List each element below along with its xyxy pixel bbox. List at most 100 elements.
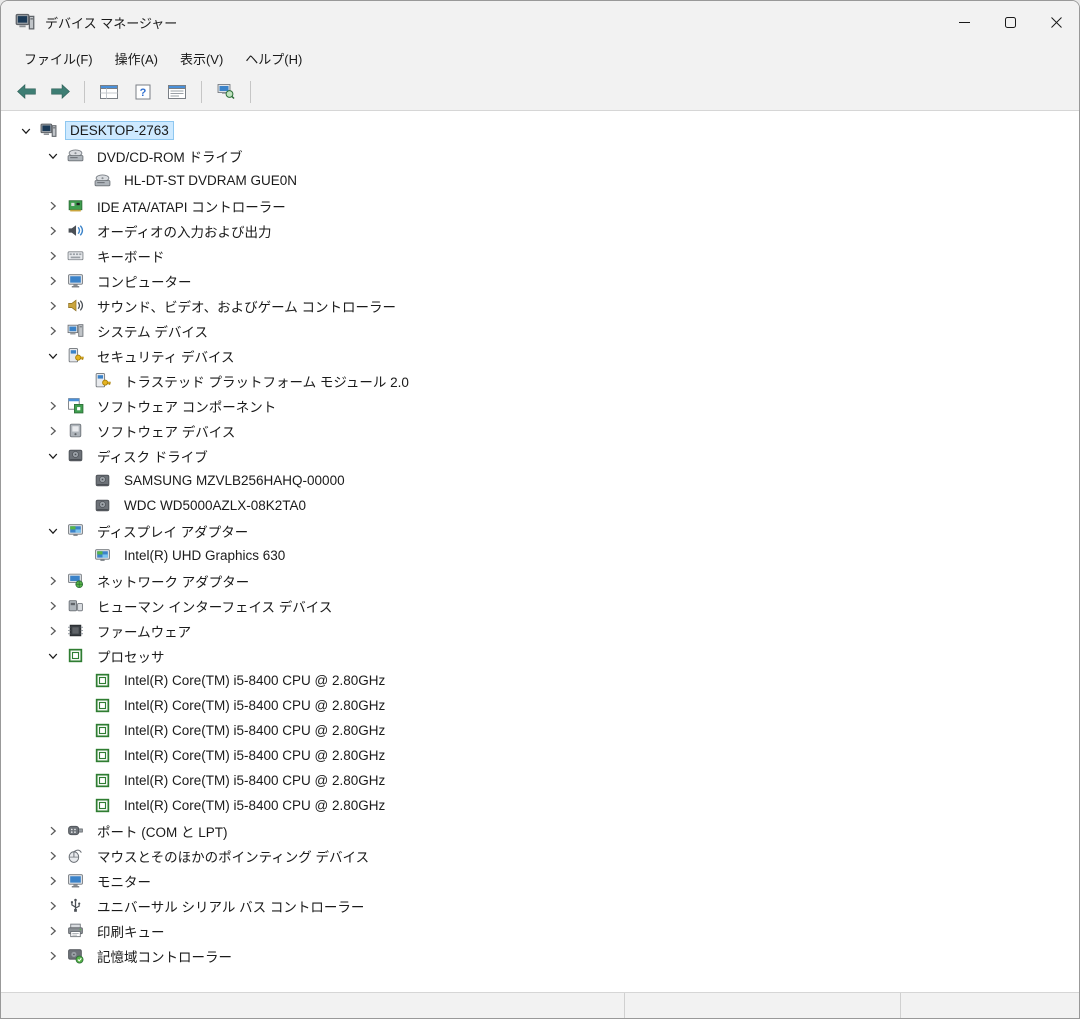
tree-item-label: Intel(R) UHD Graphics 630	[124, 548, 286, 563]
menu-help[interactable]: ヘルプ(H)	[234, 45, 313, 72]
tree-item-label: サウンド、ビデオ、およびゲーム コントローラー	[97, 299, 396, 315]
tree-item[interactable]: ソフトウェア コンポーネント	[1, 393, 1079, 418]
chevron-down-icon[interactable]	[40, 525, 66, 537]
tree-item[interactable]: システム デバイス	[1, 318, 1079, 343]
dvd-icon	[66, 147, 85, 164]
console-tree-button[interactable]	[94, 78, 124, 106]
cpu-icon	[93, 722, 112, 739]
chevron-right-icon[interactable]	[40, 325, 66, 337]
properties-button[interactable]	[162, 78, 192, 106]
tree-item-label: DESKTOP-2763	[65, 121, 174, 140]
tree-item[interactable]: モニター	[1, 868, 1079, 893]
tree-item-label: ディスプレイ アダプター	[97, 524, 249, 540]
tree-item[interactable]: DVD/CD-ROM ドライブ	[1, 143, 1079, 168]
back-button[interactable]	[11, 78, 41, 106]
ports-icon	[66, 822, 85, 839]
tree-item[interactable]: Intel(R) Core(TM) i5-8400 CPU @ 2.80GHz	[1, 693, 1079, 718]
tree-item[interactable]: マウスとそのほかのポインティング デバイス	[1, 843, 1079, 868]
scan-hardware-changes-button[interactable]	[211, 78, 241, 106]
help-button[interactable]: ?	[128, 78, 158, 106]
chevron-right-icon[interactable]	[40, 575, 66, 587]
tree-item[interactable]: ユニバーサル シリアル バス コントローラー	[1, 893, 1079, 918]
tree-item[interactable]: DESKTOP-2763	[1, 118, 1079, 143]
tree-item-label: WDC WD5000AZLX-08K2TA0	[124, 498, 307, 513]
device-manager-window: デバイス マネージャー ファイル(F) 操作(A) 表示(V) ヘルプ(H) ? DE…	[0, 0, 1080, 1019]
chevron-right-icon[interactable]	[40, 925, 66, 937]
chevron-down-icon[interactable]	[40, 350, 66, 362]
tree-item[interactable]: ヒューマン インターフェイス デバイス	[1, 593, 1079, 618]
tree-item-label: Intel(R) Core(TM) i5-8400 CPU @ 2.80GHz	[124, 698, 386, 713]
tree-item[interactable]: キーボード	[1, 243, 1079, 268]
maximize-button[interactable]	[987, 1, 1033, 43]
tree-item-label: ネットワーク アダプター	[97, 574, 250, 590]
display-icon	[66, 522, 85, 539]
tree-item-label: プロセッサ	[97, 649, 165, 665]
tree-item[interactable]: WDC WD5000AZLX-08K2TA0	[1, 493, 1079, 518]
chevron-right-icon[interactable]	[40, 300, 66, 312]
cpu-icon	[66, 647, 85, 664]
tree-item[interactable]: ディスク ドライブ	[1, 443, 1079, 468]
tree-item-label: SAMSUNG MZVLB256HAHQ-00000	[124, 473, 345, 488]
tree-item[interactable]: ソフトウェア デバイス	[1, 418, 1079, 443]
tree-item[interactable]: Intel(R) UHD Graphics 630	[1, 543, 1079, 568]
tree-item[interactable]: セキュリティ デバイス	[1, 343, 1079, 368]
tree-item[interactable]: 記憶域コントローラー	[1, 943, 1079, 968]
network-icon	[66, 572, 85, 589]
device-manager-icon	[15, 12, 35, 32]
tree-item[interactable]: SAMSUNG MZVLB256HAHQ-00000	[1, 468, 1079, 493]
chevron-down-icon[interactable]	[40, 650, 66, 662]
tree-item[interactable]: Intel(R) Core(TM) i5-8400 CPU @ 2.80GHz	[1, 793, 1079, 818]
tree-item-label: Intel(R) Core(TM) i5-8400 CPU @ 2.80GHz	[124, 723, 386, 738]
devices-button[interactable]	[260, 78, 290, 106]
cpu-icon	[93, 747, 112, 764]
tree-item-label: DVD/CD-ROM ドライブ	[97, 149, 243, 165]
chevron-right-icon[interactable]	[40, 950, 66, 962]
menu-file[interactable]: ファイル(F)	[13, 45, 104, 72]
tree-item[interactable]: ポート (COM と LPT)	[1, 818, 1079, 843]
tree-item-label: セキュリティ デバイス	[97, 349, 235, 365]
chevron-down-icon[interactable]	[40, 150, 66, 162]
statusbar-section	[1, 993, 625, 1018]
close-button[interactable]	[1033, 1, 1079, 43]
tree-item[interactable]: 印刷キュー	[1, 918, 1079, 943]
audio-icon	[66, 222, 85, 239]
tree-item[interactable]: サウンド、ビデオ、およびゲーム コントローラー	[1, 293, 1079, 318]
tree-item[interactable]: Intel(R) Core(TM) i5-8400 CPU @ 2.80GHz	[1, 768, 1079, 793]
chevron-right-icon[interactable]	[40, 825, 66, 837]
tree-item[interactable]: ファームウェア	[1, 618, 1079, 643]
chevron-right-icon[interactable]	[40, 275, 66, 287]
chevron-right-icon[interactable]	[40, 425, 66, 437]
tree-item[interactable]: プロセッサ	[1, 643, 1079, 668]
chevron-right-icon[interactable]	[40, 875, 66, 887]
menu-view[interactable]: 表示(V)	[169, 45, 234, 72]
tree-item[interactable]: IDE ATA/ATAPI コントローラー	[1, 193, 1079, 218]
tree-item[interactable]: Intel(R) Core(TM) i5-8400 CPU @ 2.80GHz	[1, 743, 1079, 768]
chevron-right-icon[interactable]	[40, 900, 66, 912]
tree-item[interactable]: Intel(R) Core(TM) i5-8400 CPU @ 2.80GHz	[1, 718, 1079, 743]
forward-button[interactable]	[45, 78, 75, 106]
chevron-down-icon[interactable]	[40, 450, 66, 462]
chevron-right-icon[interactable]	[40, 200, 66, 212]
tree-item[interactable]: オーディオの入力および出力	[1, 218, 1079, 243]
titlebar: デバイス マネージャー	[1, 1, 1079, 43]
chevron-right-icon[interactable]	[40, 400, 66, 412]
chevron-right-icon[interactable]	[40, 225, 66, 237]
chevron-right-icon[interactable]	[40, 250, 66, 262]
system-icon	[66, 322, 85, 339]
cpu-icon	[93, 797, 112, 814]
firmware-icon	[66, 622, 85, 639]
tree-item-label: オーディオの入力および出力	[97, 224, 272, 240]
chevron-right-icon[interactable]	[40, 600, 66, 612]
tree-item[interactable]: ディスプレイ アダプター	[1, 518, 1079, 543]
menu-action[interactable]: 操作(A)	[104, 45, 169, 72]
chevron-right-icon[interactable]	[40, 625, 66, 637]
tree-item[interactable]: HL-DT-ST DVDRAM GUE0N	[1, 168, 1079, 193]
chevron-right-icon[interactable]	[40, 850, 66, 862]
tree-item[interactable]: コンピューター	[1, 268, 1079, 293]
minimize-button[interactable]	[941, 1, 987, 43]
tree-item[interactable]: トラステッド プラットフォーム モジュール 2.0	[1, 368, 1079, 393]
tree-item[interactable]: ネットワーク アダプター	[1, 568, 1079, 593]
chevron-down-icon[interactable]	[13, 125, 39, 137]
toolbar: ?	[1, 73, 1079, 111]
tree-item[interactable]: Intel(R) Core(TM) i5-8400 CPU @ 2.80GHz	[1, 668, 1079, 693]
